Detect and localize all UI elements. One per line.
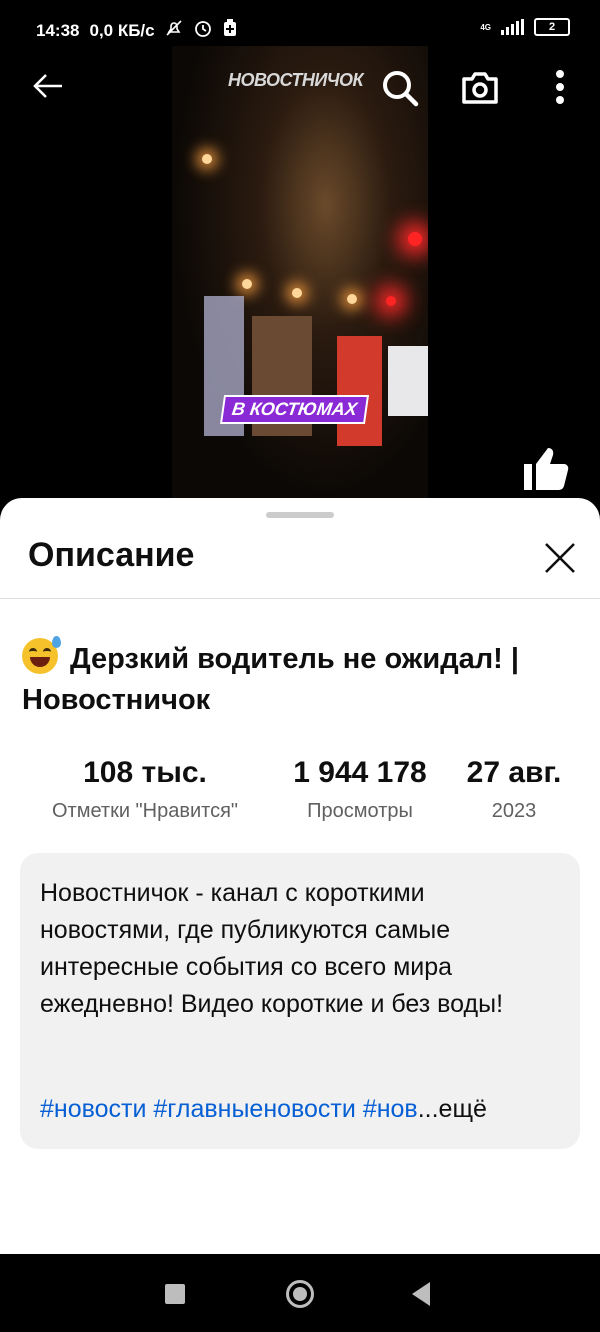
search-button[interactable]: [378, 66, 422, 110]
network-type: 4G: [480, 22, 491, 32]
hashtag-link[interactable]: #новости: [40, 1095, 146, 1123]
arrow-left-icon: [33, 74, 62, 98]
stat-views: 1 944 178 Просмотры: [276, 756, 444, 823]
camera-button[interactable]: [458, 66, 502, 110]
close-icon: [545, 543, 575, 573]
likes-label: Отметки "Нравится": [51, 800, 238, 822]
channel-watermark: НОВОСТНИЧОК: [228, 70, 364, 90]
like-button[interactable]: [518, 444, 574, 496]
more-vertical-icon: [556, 70, 564, 104]
mute-icon: [165, 19, 183, 42]
description-text: Новостничок - канал с короткими новостям…: [40, 879, 504, 1018]
divider: [0, 598, 600, 599]
thumbs-up-icon: [524, 448, 569, 490]
video-caption: В КОСТЮМАХ: [219, 395, 369, 424]
views-label: Просмотры: [307, 800, 413, 822]
stat-likes: 108 тыс. Отметки "Нравится": [34, 756, 256, 823]
show-more-link[interactable]: ...ещё: [418, 1095, 487, 1123]
home-button[interactable]: [286, 1280, 314, 1308]
battery-indicator: 2: [534, 18, 570, 36]
video-title-text: Дерзкий водитель не ожидал! | Новостничо…: [22, 643, 519, 716]
player-toolbar: НОВОСТНИЧОК: [0, 52, 600, 122]
description-sheet: Описание Дерзкий водитель не ожидал! | Н…: [0, 498, 600, 1254]
video-title: Дерзкий водитель не ожидал! | Новостничо…: [22, 636, 582, 721]
sheet-title: Описание: [28, 536, 195, 574]
battery-saver-icon: [223, 19, 237, 42]
signal-icon: [501, 19, 524, 35]
status-time: 14:38: [36, 20, 80, 40]
description-box[interactable]: Новостничок - канал с короткими новостям…: [20, 853, 580, 1149]
status-speed: 0,0 КБ/с: [89, 20, 155, 40]
stat-date: 27 авг. 2023: [456, 756, 572, 823]
likes-count: 108 тыс.: [83, 756, 207, 789]
system-nav-bar: [0, 1254, 600, 1332]
more-menu-button[interactable]: [538, 66, 582, 110]
alarm-icon: [193, 18, 213, 43]
sweat-smile-emoji-icon: [22, 636, 61, 674]
back-button[interactable]: [28, 70, 68, 102]
drag-handle[interactable]: [266, 512, 334, 518]
close-button[interactable]: [540, 538, 580, 578]
hashtag-link[interactable]: #нов: [363, 1095, 418, 1123]
hashtags: #новости #главныеновости #нов...ещё: [40, 1095, 487, 1124]
system-back-button[interactable]: [412, 1282, 430, 1306]
search-icon: [383, 71, 419, 107]
publish-date: 27 авг.: [466, 756, 562, 789]
hashtag-link[interactable]: #главныеновости: [153, 1095, 355, 1123]
camera-icon: [462, 72, 498, 104]
recent-apps-button[interactable]: [165, 1284, 185, 1304]
views-count: 1 944 178: [293, 756, 427, 789]
publish-year: 2023: [491, 800, 537, 822]
